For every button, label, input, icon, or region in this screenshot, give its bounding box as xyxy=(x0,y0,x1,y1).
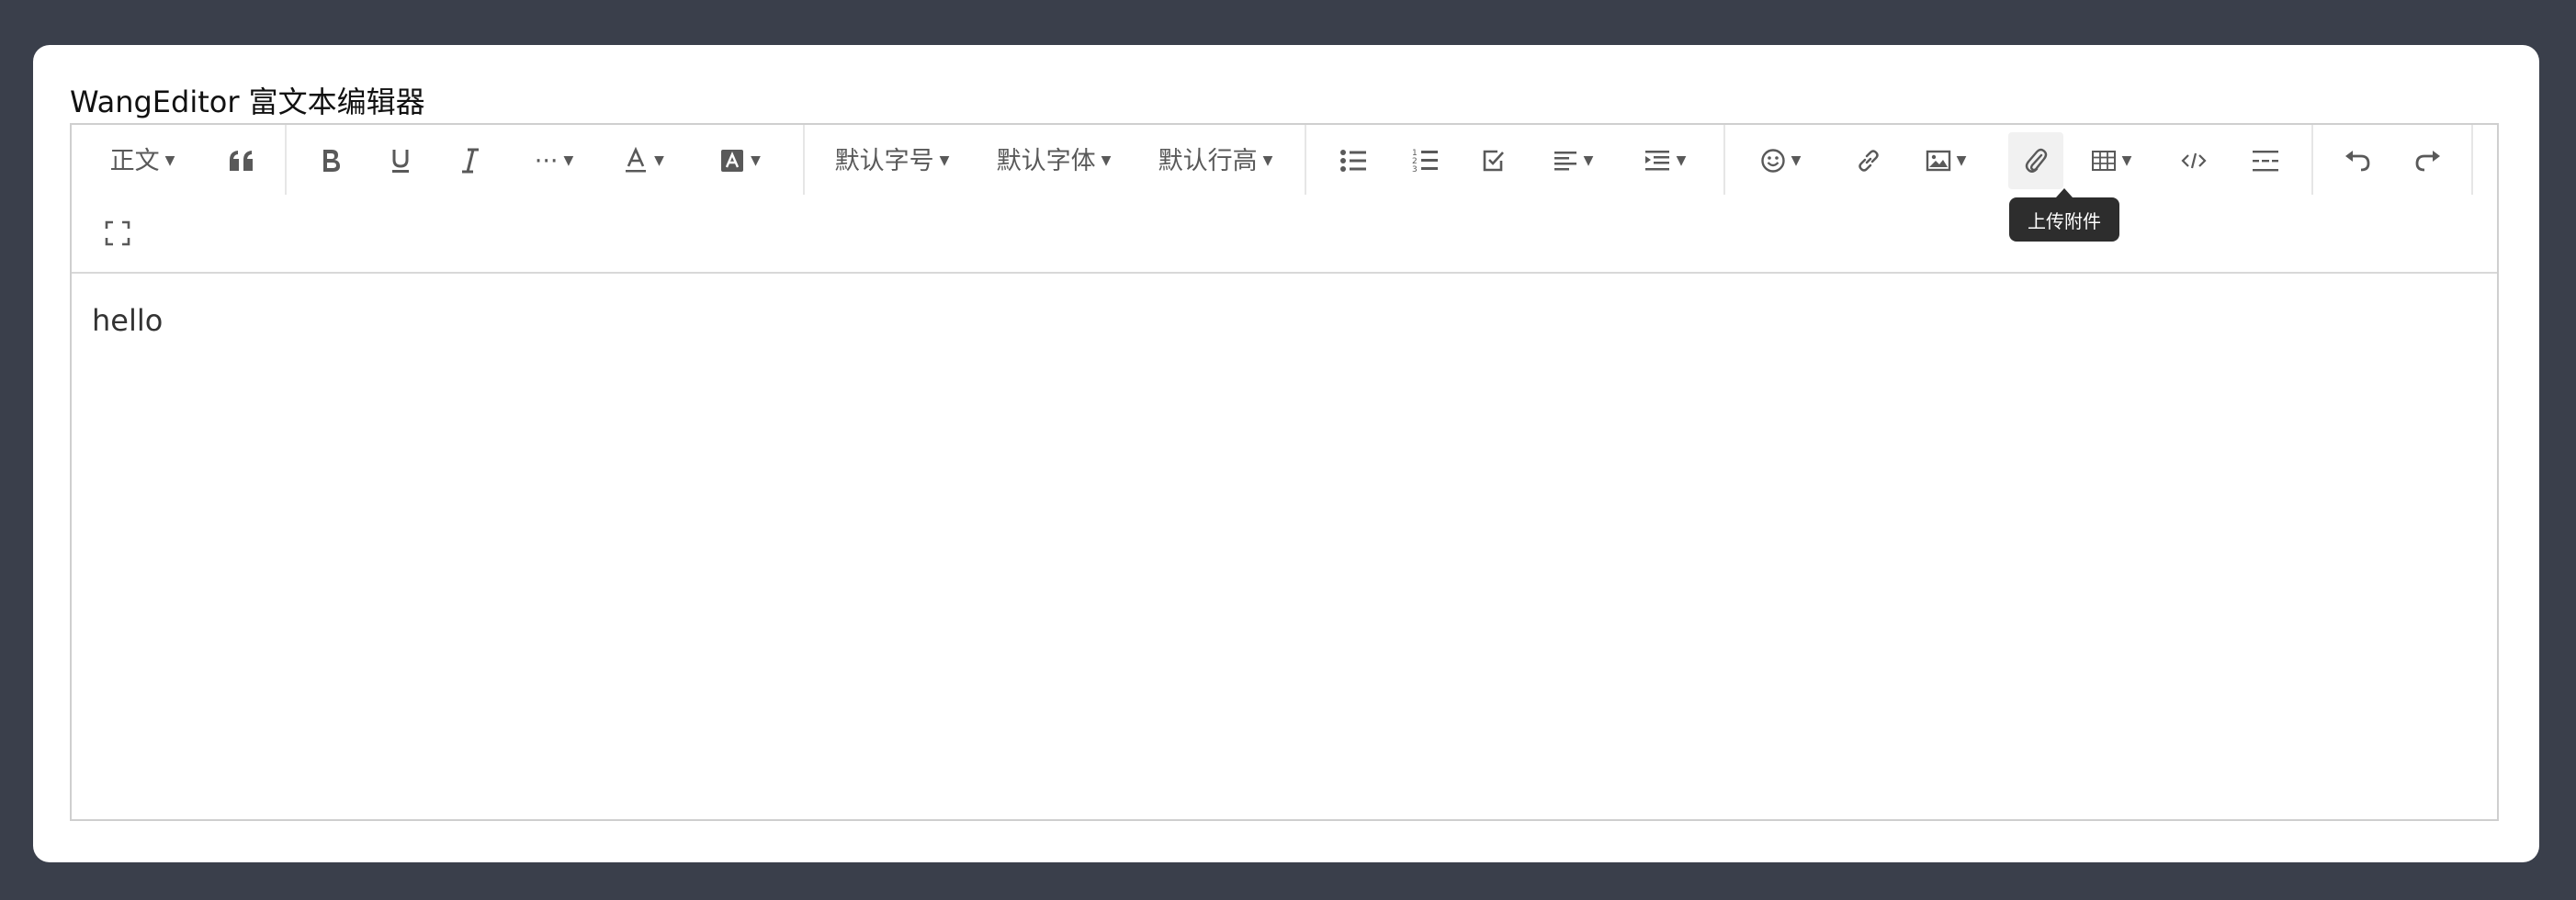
bulleted-list-button[interactable] xyxy=(1335,143,1372,178)
svg-text:3: 3 xyxy=(1412,165,1418,174)
rich-text-editor: 正文 ▼ ··· ▼ ▼ ▼ 默认字号 ▼ 默认字体 ▼ 默认行高 ▼ 1 2 … xyxy=(70,123,2499,821)
toolbar-divider xyxy=(2311,125,2313,195)
table-icon xyxy=(2091,151,2116,171)
font-size-label: 默认字号 xyxy=(834,146,934,175)
align-dropdown[interactable]: ▼ xyxy=(1545,143,1600,178)
page-title: WangEditor 富文本编辑器 xyxy=(70,84,425,119)
font-color-icon xyxy=(626,147,647,173)
upload-attachment-button[interactable] xyxy=(2008,132,2063,189)
bulleted-list-icon xyxy=(1340,150,1366,172)
emoji-icon xyxy=(1760,149,1785,173)
toolbar-divider xyxy=(285,125,287,195)
align-left-icon xyxy=(1554,152,1576,171)
background-color-dropdown[interactable]: ▼ xyxy=(715,143,765,178)
emoji-dropdown[interactable]: ▼ xyxy=(1753,143,1808,178)
editor-toolbar: 正文 ▼ ··· ▼ ▼ ▼ 默认字号 ▼ 默认字体 ▼ 默认行高 ▼ 1 2 … xyxy=(72,125,2497,274)
chevron-down-icon: ▼ xyxy=(164,153,175,168)
fullscreen-button[interactable] xyxy=(99,215,136,252)
font-family-label: 默认字体 xyxy=(996,146,1096,175)
font-size-select[interactable]: 默认字号 ▼ xyxy=(832,143,952,178)
underline-button[interactable] xyxy=(382,143,419,178)
redo-button[interactable] xyxy=(2410,143,2446,178)
more-icon: ··· xyxy=(534,146,559,175)
table-dropdown[interactable]: ▼ xyxy=(2084,143,2139,178)
italic-icon xyxy=(462,148,479,174)
insert-link-button[interactable] xyxy=(1850,143,1887,178)
numbered-list-icon: 1 2 3 xyxy=(1412,149,1438,174)
underline-icon xyxy=(392,150,409,173)
divider-button[interactable] xyxy=(2247,143,2284,178)
chevron-down-icon: ▼ xyxy=(1583,153,1594,168)
editor-content[interactable]: hello xyxy=(92,299,163,342)
blockquote-button[interactable] xyxy=(223,143,260,178)
undo-icon xyxy=(2345,151,2370,172)
numbered-list-button[interactable]: 1 2 3 xyxy=(1407,143,1443,178)
link-icon xyxy=(1859,150,1879,172)
more-styles-dropdown[interactable]: ··· ▼ xyxy=(526,143,582,178)
chevron-down-icon: ▼ xyxy=(1262,153,1273,168)
toolbar-divider xyxy=(1723,125,1725,195)
image-icon xyxy=(1926,150,1950,172)
line-height-label: 默认行高 xyxy=(1158,146,1258,175)
toolbar-divider xyxy=(1305,125,1306,195)
horizontal-rule-icon xyxy=(2253,151,2278,172)
checkbox-icon xyxy=(1483,150,1504,172)
chevron-down-icon: ▼ xyxy=(939,153,950,168)
heading-select[interactable]: 正文 ▼ xyxy=(101,143,184,178)
editor-card: WangEditor 富文本编辑器 正文 ▼ ··· ▼ ▼ ▼ 默认字号 ▼ … xyxy=(33,45,2539,862)
indent-icon xyxy=(1644,151,1669,171)
chevron-down-icon: ▼ xyxy=(2121,153,2132,168)
bold-icon xyxy=(323,150,340,172)
chevron-down-icon: ▼ xyxy=(654,153,664,168)
chevron-down-icon: ▼ xyxy=(563,153,574,168)
line-height-select[interactable]: 默认行高 ▼ xyxy=(1156,143,1275,178)
chevron-down-icon: ▼ xyxy=(751,153,761,168)
upload-attachment-tooltip: 上传附件 xyxy=(2009,188,2119,242)
chevron-down-icon: ▼ xyxy=(1101,153,1112,168)
toolbar-divider xyxy=(803,125,805,195)
font-family-select[interactable]: 默认字体 ▼ xyxy=(994,143,1113,178)
redo-icon xyxy=(2415,151,2440,172)
background-color-icon xyxy=(721,150,744,172)
undo-button[interactable] xyxy=(2339,143,2376,178)
font-color-dropdown[interactable]: ▼ xyxy=(618,143,669,178)
paperclip-icon xyxy=(2025,148,2048,173)
fullscreen-icon xyxy=(105,220,130,246)
code-block-button[interactable] xyxy=(2175,143,2212,178)
paragraph-text[interactable]: hello xyxy=(92,299,163,342)
chevron-down-icon: ▼ xyxy=(1791,153,1802,168)
bold-button[interactable] xyxy=(312,143,349,178)
italic-button[interactable] xyxy=(452,143,489,178)
image-dropdown[interactable]: ▼ xyxy=(1918,143,1973,178)
heading-select-label: 正文 xyxy=(109,146,160,175)
chevron-down-icon: ▼ xyxy=(1676,153,1687,168)
chevron-down-icon: ▼ xyxy=(1956,153,1967,168)
code-icon xyxy=(2181,152,2207,169)
quote-icon xyxy=(230,151,253,171)
todo-list-button[interactable] xyxy=(1475,143,1512,178)
indent-dropdown[interactable]: ▼ xyxy=(1637,143,1692,178)
toolbar-divider xyxy=(2471,125,2473,195)
